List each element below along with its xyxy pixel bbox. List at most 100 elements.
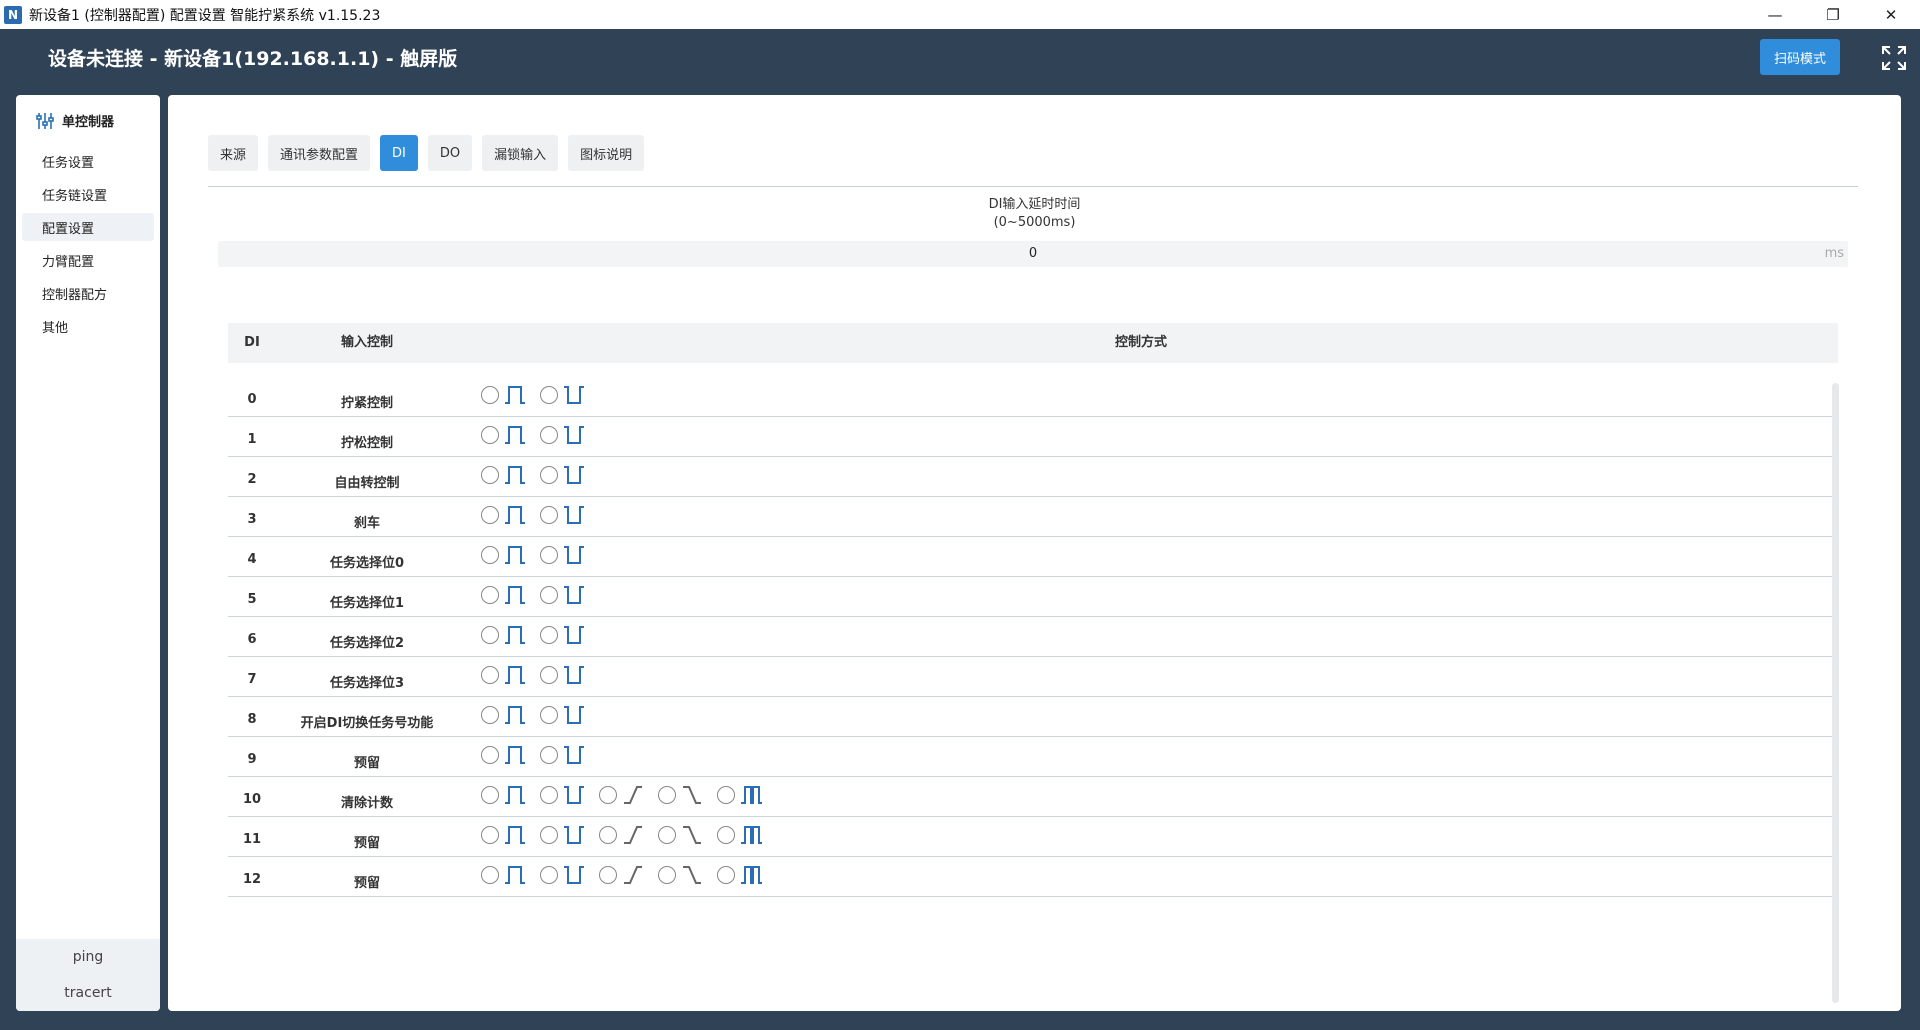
radio-button[interactable] [658, 866, 676, 884]
control-mode-options [481, 504, 599, 526]
mode-option-pulse[interactable] [717, 784, 764, 806]
table-row: 4 任务选择位0 [228, 537, 1834, 577]
falling-edge-icon [564, 466, 584, 484]
mode-option-low-level[interactable] [658, 824, 705, 846]
radio-button[interactable] [717, 786, 735, 804]
mode-option-falling[interactable] [540, 864, 587, 886]
close-button[interactable]: ✕ [1862, 0, 1920, 29]
radio-button[interactable] [540, 506, 558, 524]
sidebar-item-arm-config[interactable]: 力臂配置 [22, 246, 154, 274]
control-mode-options [481, 664, 599, 686]
mode-option-low-level[interactable] [658, 784, 705, 806]
mode-option-falling[interactable] [540, 744, 587, 766]
mode-option-pulse[interactable] [717, 824, 764, 846]
radio-button[interactable] [481, 866, 499, 884]
radio-button[interactable] [599, 786, 617, 804]
radio-button[interactable] [481, 426, 499, 444]
mode-option-rising[interactable] [481, 864, 528, 886]
sidebar-item-config-settings[interactable]: 配置设置 [22, 213, 154, 241]
sidebar-item-task-settings[interactable]: 任务设置 [22, 147, 154, 175]
mode-option-falling[interactable] [540, 504, 587, 526]
radio-button[interactable] [540, 546, 558, 564]
radio-button[interactable] [717, 866, 735, 884]
radio-button[interactable] [540, 866, 558, 884]
radio-button[interactable] [540, 626, 558, 644]
mode-option-rising[interactable] [481, 824, 528, 846]
radio-button[interactable] [658, 826, 676, 844]
mode-option-pulse[interactable] [717, 864, 764, 886]
radio-button[interactable] [599, 866, 617, 884]
mode-option-falling[interactable] [540, 624, 587, 646]
radio-button[interactable] [481, 386, 499, 404]
restore-button[interactable]: ❐ [1804, 0, 1862, 29]
mode-option-rising[interactable] [481, 424, 528, 446]
mode-option-rising[interactable] [481, 584, 528, 606]
minimize-button[interactable]: — [1746, 0, 1804, 29]
low-level-icon [683, 786, 701, 804]
radio-button[interactable] [540, 466, 558, 484]
radio-button[interactable] [481, 826, 499, 844]
tab-icon-legend[interactable]: 图标说明 [568, 135, 645, 171]
scan-mode-button[interactable]: 扫码模式 [1760, 39, 1840, 75]
radio-button[interactable] [481, 706, 499, 724]
mode-option-falling[interactable] [540, 584, 587, 606]
radio-button[interactable] [481, 586, 499, 604]
radio-button[interactable] [481, 746, 499, 764]
mode-option-falling[interactable] [540, 824, 587, 846]
radio-button[interactable] [540, 666, 558, 684]
tab-di[interactable]: DI [380, 135, 418, 171]
radio-button[interactable] [540, 386, 558, 404]
radio-button[interactable] [540, 786, 558, 804]
radio-button[interactable] [481, 546, 499, 564]
radio-button[interactable] [658, 786, 676, 804]
radio-button[interactable] [540, 826, 558, 844]
radio-button[interactable] [481, 466, 499, 484]
radio-button[interactable] [540, 706, 558, 724]
tab-missing-lock-input[interactable]: 漏锁输入 [482, 135, 559, 171]
fullscreen-icon[interactable] [1880, 44, 1908, 72]
tracert-button[interactable]: tracert [16, 975, 160, 1011]
mode-option-rising[interactable] [481, 624, 528, 646]
radio-button[interactable] [540, 426, 558, 444]
mode-option-rising[interactable] [481, 544, 528, 566]
mode-option-falling[interactable] [540, 664, 587, 686]
mode-option-rising[interactable] [481, 384, 528, 406]
radio-button[interactable] [481, 786, 499, 804]
mode-option-low-level[interactable] [658, 864, 705, 886]
mode-option-rising[interactable] [481, 464, 528, 486]
mode-option-falling[interactable] [540, 424, 587, 446]
mode-option-falling[interactable] [540, 464, 587, 486]
mode-option-falling[interactable] [540, 544, 587, 566]
input-control-label: 预留 [353, 876, 380, 891]
input-control-label: 拧紧控制 [340, 396, 393, 411]
tab-do[interactable]: DO [427, 135, 473, 171]
mode-option-high-level[interactable] [599, 864, 646, 886]
mode-option-falling[interactable] [540, 384, 587, 406]
tab-comm-params[interactable]: 通讯参数配置 [268, 135, 371, 171]
radio-button[interactable] [599, 826, 617, 844]
radio-button[interactable] [540, 746, 558, 764]
radio-button[interactable] [481, 506, 499, 524]
mode-option-rising[interactable] [481, 704, 528, 726]
mode-option-high-level[interactable] [599, 824, 646, 846]
radio-button[interactable] [540, 586, 558, 604]
mode-option-rising[interactable] [481, 784, 528, 806]
mode-option-rising[interactable] [481, 744, 528, 766]
radio-button[interactable] [717, 826, 735, 844]
radio-button[interactable] [481, 626, 499, 644]
sidebar-item-other[interactable]: 其他 [22, 312, 154, 340]
mode-option-falling[interactable] [540, 704, 587, 726]
sidebar-item-controller-recipe[interactable]: 控制器配方 [22, 279, 154, 307]
tab-source[interactable]: 来源 [208, 135, 259, 171]
delay-input[interactable]: 0 ms [218, 241, 1848, 267]
divider [208, 186, 1858, 187]
mode-option-rising[interactable] [481, 664, 528, 686]
radio-button[interactable] [481, 666, 499, 684]
mode-option-rising[interactable] [481, 504, 528, 526]
scrollbar[interactable] [1832, 383, 1839, 1003]
table-header: DI 输入控制 控制方式 [228, 323, 1838, 363]
sidebar-item-task-chain[interactable]: 任务链设置 [22, 180, 154, 208]
ping-button[interactable]: ping [16, 939, 160, 975]
mode-option-falling[interactable] [540, 784, 587, 806]
mode-option-high-level[interactable] [599, 784, 646, 806]
